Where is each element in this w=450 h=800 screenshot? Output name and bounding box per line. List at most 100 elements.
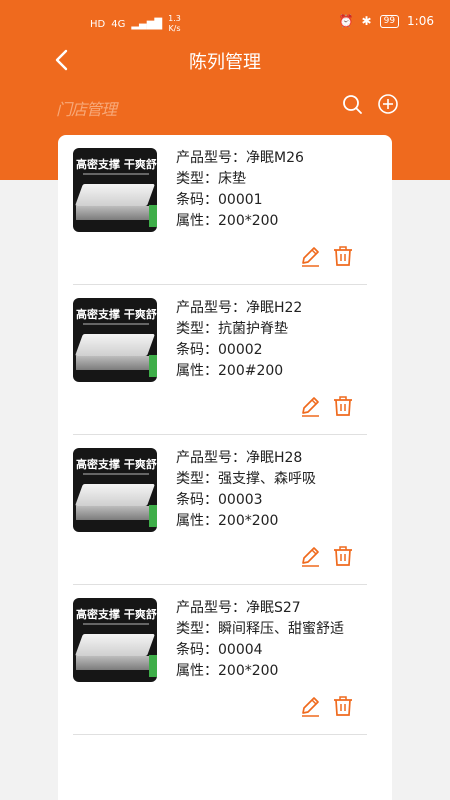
sub-header: 门店管理	[0, 88, 450, 122]
edit-pencil-icon	[302, 397, 319, 417]
code-value: 00002	[218, 342, 263, 358]
product-image-caption: 高密支撑 干爽舒睡	[76, 608, 157, 621]
product-card[interactable]: 高密支撑 干爽舒睡 产品型号：净眠M26 类型：床垫 条码：00001 属性：2…	[73, 135, 367, 285]
code-label: 条码：	[176, 342, 218, 358]
type-value: 床垫	[218, 171, 246, 187]
alarm-icon: ⏰	[338, 14, 354, 28]
trash-icon	[334, 396, 352, 416]
signal-label: 4G	[111, 18, 126, 30]
add-button[interactable]	[377, 93, 399, 115]
status-left: HD 4G ▂▄▆█ 1.3 K/s	[90, 14, 181, 34]
mattress-graphic	[74, 484, 156, 506]
product-image: 高密支撑 干爽舒睡	[73, 148, 157, 232]
net-speed-value: 1.3	[168, 14, 181, 23]
signal-icon: ▂▄▆█	[131, 18, 163, 30]
type-label: 类型：	[176, 321, 218, 337]
attr-label: 属性：	[176, 213, 218, 229]
status-bar: HD 4G ▂▄▆█ 1.3 K/s ⏰ ✱ 99 1:06	[0, 0, 450, 44]
mattress-graphic	[74, 634, 156, 656]
status-right: ⏰ ✱ 99 1:06	[339, 14, 434, 28]
model-label: 产品型号：	[176, 150, 246, 166]
product-card[interactable]: 高密支撑 干爽舒睡 产品型号：净眠S27 类型：瞬间释压、甜蜜舒适 条码：000…	[73, 585, 367, 735]
product-list: 高密支撑 干爽舒睡 产品型号：净眠M26 类型：床垫 条码：00001 属性：2…	[58, 135, 392, 800]
model-value: 净眠M26	[246, 150, 304, 166]
edit-button[interactable]	[299, 395, 321, 417]
code-label: 条码：	[176, 642, 218, 658]
edit-button[interactable]	[299, 545, 321, 567]
product-image: 高密支撑 干爽舒睡	[73, 448, 157, 532]
model-label: 产品型号：	[176, 300, 246, 316]
code-label: 条码：	[176, 192, 218, 208]
attr-row: 属性：200*200	[176, 661, 344, 682]
delete-button[interactable]	[333, 245, 353, 267]
product-info: 产品型号：净眠H28 类型：强支撑、森呼吸 条码：00003 属性：200*20…	[176, 448, 316, 532]
search-icon	[343, 95, 362, 114]
model-value: 净眠S27	[246, 600, 301, 616]
attr-label: 属性：	[176, 663, 218, 679]
attr-row: 属性：200*200	[176, 511, 316, 532]
model-row: 产品型号：净眠S27	[176, 598, 344, 619]
attr-value: 200*200	[218, 513, 279, 529]
edit-button[interactable]	[299, 245, 321, 267]
product-image: 高密支撑 干爽舒睡	[73, 298, 157, 382]
edit-pencil-icon	[302, 697, 319, 717]
code-value: 00004	[218, 642, 263, 658]
code-value: 00003	[218, 492, 263, 508]
page-title: 陈列管理	[189, 52, 261, 73]
product-image-subline	[83, 173, 149, 175]
model-row: 产品型号：净眠H28	[176, 448, 316, 469]
add-circle-icon	[378, 94, 398, 114]
product-image-subline	[83, 623, 149, 625]
green-tag	[149, 205, 157, 227]
delete-button[interactable]	[333, 695, 353, 717]
attr-row: 属性：200#200	[176, 361, 302, 382]
model-label: 产品型号：	[176, 450, 246, 466]
product-image-subline	[83, 323, 149, 325]
product-image: 高密支撑 干爽舒睡	[73, 598, 157, 682]
mattress-graphic	[74, 334, 156, 356]
type-label: 类型：	[176, 471, 218, 487]
attr-row: 属性：200*200	[176, 211, 304, 232]
screen: HD 4G ▂▄▆█ 1.3 K/s ⏰ ✱ 99 1:06 陈列管理 门店管理	[0, 0, 450, 800]
mattress-side-graphic	[76, 656, 150, 670]
type-row: 类型：瞬间释压、甜蜜舒适	[176, 619, 344, 640]
code-row: 条码：00002	[176, 340, 302, 361]
product-image-caption: 高密支撑 干爽舒睡	[76, 158, 157, 171]
bluetooth-icon: ✱	[361, 14, 372, 28]
code-value: 00001	[218, 192, 263, 208]
hd-label: HD	[90, 18, 106, 30]
delete-button[interactable]	[333, 395, 353, 417]
product-info: 产品型号：净眠M26 类型：床垫 条码：00001 属性：200*200	[176, 148, 304, 232]
green-tag	[149, 505, 157, 527]
battery-icon: 99	[379, 14, 400, 28]
edit-button[interactable]	[299, 695, 321, 717]
edit-pencil-icon	[302, 547, 319, 567]
green-tag	[149, 355, 157, 377]
attr-label: 属性：	[176, 363, 218, 379]
type-value: 瞬间释压、甜蜜舒适	[218, 621, 344, 637]
type-value: 强支撑、森呼吸	[218, 471, 316, 487]
model-row: 产品型号：净眠H22	[176, 298, 302, 319]
code-row: 条码：00004	[176, 640, 344, 661]
store-management-label: 门店管理	[56, 100, 117, 119]
net-speed-unit: K/s	[168, 24, 181, 33]
edit-pencil-icon	[302, 247, 319, 267]
search-button[interactable]	[341, 93, 363, 115]
attr-label: 属性：	[176, 513, 218, 529]
product-image-caption: 高密支撑 干爽舒睡	[76, 308, 157, 321]
type-value: 抗菌护脊垫	[218, 321, 288, 337]
net-speed: 1.3 K/s	[168, 14, 181, 34]
clock: 1:06	[407, 14, 434, 28]
attr-value: 200*200	[218, 663, 279, 679]
trash-icon	[334, 246, 352, 266]
model-value: 净眠H22	[246, 300, 303, 316]
product-info: 产品型号：净眠H22 类型：抗菌护脊垫 条码：00002 属性：200#200	[176, 298, 302, 382]
product-card[interactable]: 高密支撑 干爽舒睡 产品型号：净眠H28 类型：强支撑、森呼吸 条码：00003…	[73, 435, 367, 585]
product-card[interactable]: 高密支撑 干爽舒睡 产品型号：净眠H22 类型：抗菌护脊垫 条码：00002 属…	[73, 285, 367, 435]
mattress-side-graphic	[76, 206, 150, 220]
delete-button[interactable]	[333, 545, 353, 567]
product-info: 产品型号：净眠S27 类型：瞬间释压、甜蜜舒适 条码：00004 属性：200*…	[176, 598, 344, 682]
type-row: 类型：抗菌护脊垫	[176, 319, 302, 340]
type-label: 类型：	[176, 621, 218, 637]
model-value: 净眠H28	[246, 450, 303, 466]
